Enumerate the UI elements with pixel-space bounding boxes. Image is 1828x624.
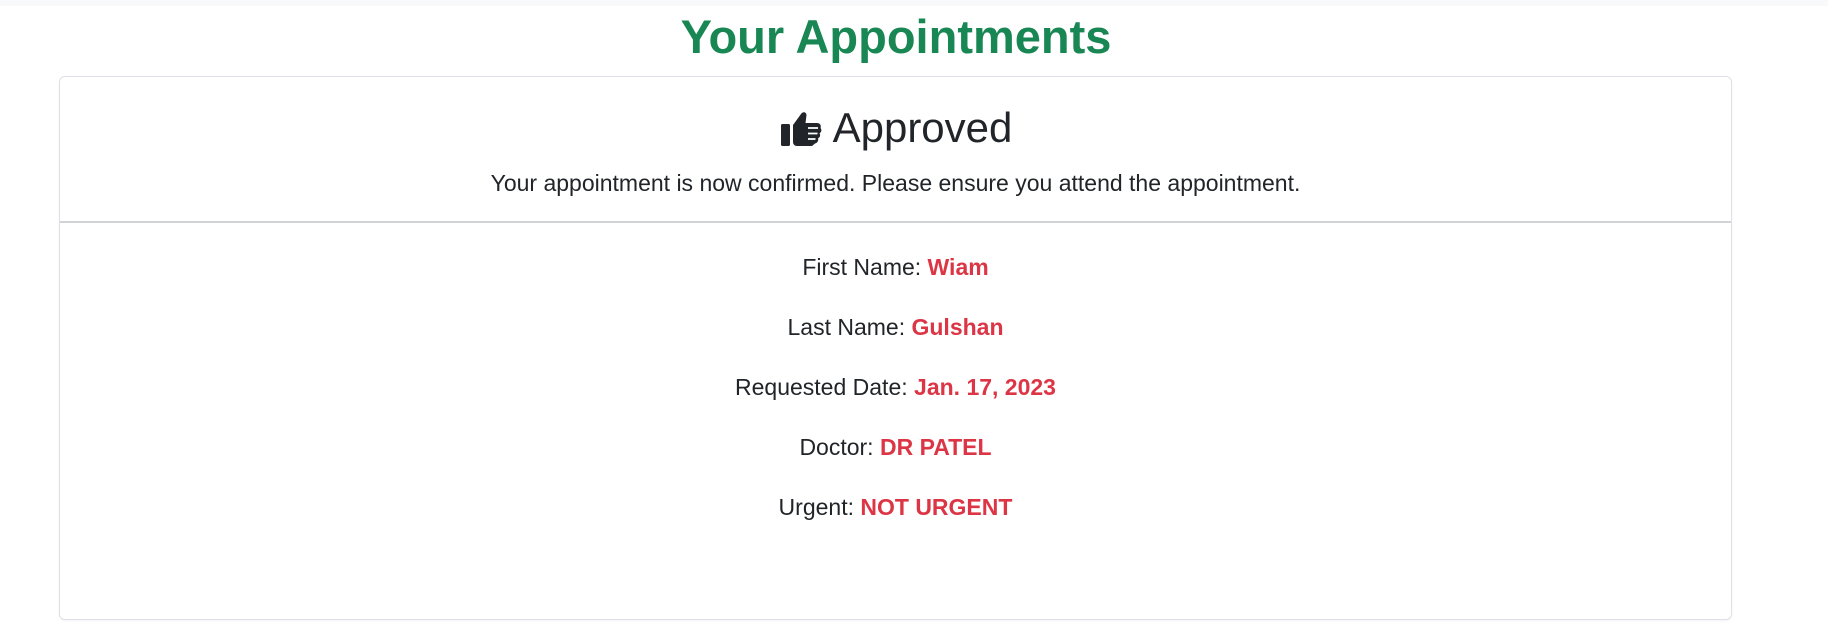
detail-label: Last Name:: [787, 314, 906, 340]
status-message: Your appointment is now confirmed. Pleas…: [490, 170, 1301, 196]
detail-label: Doctor:: [799, 434, 874, 460]
detail-first-name: First Name: Wiam: [60, 253, 1731, 281]
detail-label: Urgent:: [778, 494, 854, 520]
detail-value: NOT URGENT: [860, 494, 1013, 520]
detail-label: First Name:: [802, 254, 922, 280]
thumbs-up-icon: [779, 106, 823, 150]
appointment-details: First Name: Wiam Last Name: Gulshan Requ…: [60, 223, 1731, 521]
status-title: Approved: [832, 104, 1013, 151]
detail-doctor: Doctor: DR PATEL: [60, 433, 1731, 461]
detail-last-name: Last Name: Gulshan: [60, 313, 1731, 341]
page-title: Your Appointments: [680, 10, 1112, 63]
detail-urgent: Urgent: NOT URGENT: [60, 493, 1731, 521]
detail-value: Jan. 17, 2023: [914, 374, 1056, 400]
detail-label: Requested Date:: [735, 374, 908, 400]
appointment-card: Approved Your appointment is now confirm…: [59, 76, 1732, 620]
appointment-status-header: Approved Your appointment is now confirm…: [60, 77, 1731, 223]
detail-value: Gulshan: [911, 314, 1004, 340]
detail-value: DR PATEL: [879, 434, 992, 460]
detail-value: Wiam: [927, 254, 989, 280]
top-strip: [0, 0, 1828, 6]
status-row: Approved: [60, 103, 1731, 153]
detail-requested-date: Requested Date: Jan. 17, 2023: [60, 373, 1731, 401]
